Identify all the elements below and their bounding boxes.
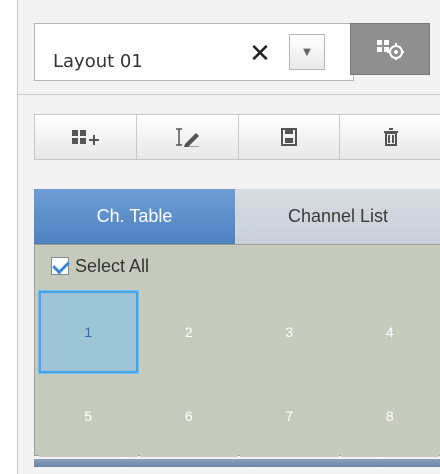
channel-number: 8 (385, 408, 394, 424)
panel-tabs: Ch. Table Channel List (34, 189, 440, 244)
channel-number: 6 (184, 408, 193, 424)
save-layout-button[interactable] (239, 115, 341, 159)
add-layout-button[interactable] (34, 115, 137, 159)
rename-layout-icon (176, 128, 200, 147)
channel-cell-2[interactable]: 2 (139, 291, 238, 373)
channel-cell-8[interactable]: 8 (340, 375, 439, 457)
channel-number: 5 (84, 408, 93, 424)
channel-number: 3 (285, 324, 294, 340)
layout-action-bar (34, 114, 440, 160)
select-all-checkbox[interactable] (51, 257, 69, 275)
layout-settings-icon (377, 40, 404, 60)
select-all-row[interactable]: Select All (35, 245, 440, 287)
channel-table-panel: Select All 1 2 3 4 5 6 7 8 (34, 244, 440, 457)
channel-grid: 1 2 3 4 5 6 7 8 (39, 291, 439, 457)
layout-name-value[interactable]: Layout 01 (53, 51, 143, 72)
channel-number: 2 (184, 324, 193, 340)
layout-settings-button[interactable] (350, 23, 430, 75)
top-toolbar: Layout 01 ✕ ▼ (18, 0, 440, 95)
channel-cell-5[interactable]: 5 (39, 375, 138, 457)
channel-cell-3[interactable]: 3 (240, 291, 339, 373)
clear-layout-button[interactable]: ✕ (245, 39, 275, 69)
delete-icon (383, 128, 398, 146)
layout-panel-frame: Layout 01 ✕ ▼ Ch. Table Channel List Sel… (17, 0, 440, 474)
tab-label: Channel List (287, 206, 389, 226)
delete-layout-button[interactable] (340, 115, 440, 159)
layout-editor-screen: Layout 01 ✕ ▼ Ch. Table Channel List Sel… (0, 0, 440, 474)
channel-cell-7[interactable]: 7 (240, 375, 339, 457)
channel-cell-6[interactable]: 6 (139, 375, 238, 457)
tab-channel-list[interactable]: Channel List (235, 189, 440, 244)
channel-number: 7 (285, 408, 294, 424)
channel-cell-1[interactable]: 1 (39, 291, 138, 373)
select-all-label: Select All (75, 255, 150, 276)
clear-icon: ✕ (249, 39, 271, 69)
layout-name-field[interactable]: Layout 01 ✕ ▼ (34, 23, 354, 81)
rename-layout-button[interactable] (137, 115, 239, 159)
tab-ch-table[interactable]: Ch. Table (34, 189, 235, 244)
tab-label: Ch. Table (96, 206, 173, 226)
layout-dropdown-button[interactable]: ▼ (289, 34, 325, 70)
add-layout-icon (72, 130, 100, 145)
channel-number: 1 (84, 324, 93, 340)
panel-bottom-bar (34, 459, 440, 467)
save-icon (280, 128, 297, 146)
dropdown-arrow-icon: ▼ (303, 46, 311, 58)
channel-number: 4 (385, 324, 394, 340)
channel-cell-4[interactable]: 4 (340, 291, 439, 373)
